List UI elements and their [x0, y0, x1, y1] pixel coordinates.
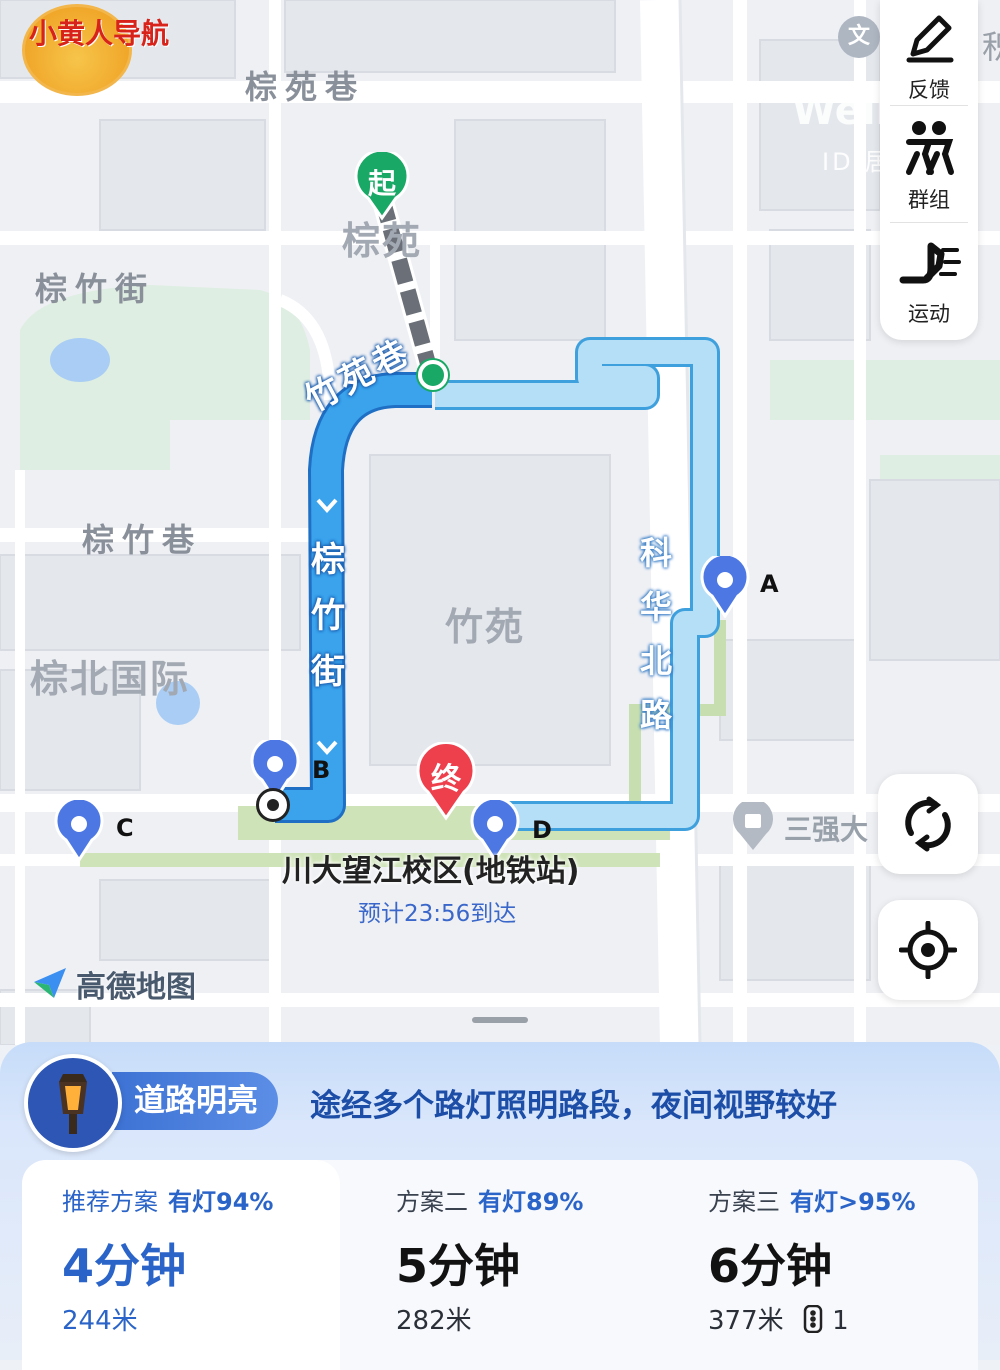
route-option-name: 推荐方案	[62, 1188, 158, 1216]
traffic-light-icon	[803, 1304, 823, 1334]
pencil-icon	[906, 15, 954, 63]
route-option-light: 有灯89%	[478, 1188, 584, 1216]
right-poi-label: 三强大	[784, 813, 869, 846]
route-option-3[interactable]: 方案三 有灯>95% 6分钟 377米 1	[668, 1160, 976, 1370]
waypoint-pin-a[interactable]	[700, 552, 750, 622]
right-poi-marker[interactable]	[730, 798, 776, 850]
route-option-distance-value: 377米	[708, 1306, 784, 1336]
poi-marker-label: 文	[847, 24, 870, 49]
app-logo: 小黄人导航	[22, 4, 170, 96]
group-label: 群组	[908, 188, 950, 212]
route-option-time: 4分钟	[62, 1239, 187, 1293]
waypoint-label-d: D	[532, 816, 552, 844]
route-option-time: 6分钟	[708, 1239, 833, 1293]
street-label-middle: 棕竹巷	[82, 521, 203, 559]
poi-marker[interactable]: 文	[838, 16, 880, 58]
locate-icon	[899, 921, 957, 979]
route-option-light: 有灯>95%	[790, 1188, 916, 1216]
route-option-distance: 377米 1	[708, 1300, 849, 1337]
route-option-2[interactable]: 方案二 有灯89% 5分钟 282米	[356, 1160, 656, 1370]
edge-label: 积	[982, 28, 1000, 66]
route-option-time: 5分钟	[396, 1239, 521, 1293]
route-option-distance: 244米	[62, 1306, 138, 1336]
route-options-panel: 道路明亮 途经多个路灯照明路段，夜间视野较好 推荐方案 有灯94% 4分钟 244…	[0, 1042, 1000, 1370]
side-divider	[890, 222, 968, 223]
destination-name: 川大望江校区(地铁站)	[282, 854, 580, 889]
panel-drag-handle[interactable]	[472, 1017, 528, 1023]
amap-logo-icon	[34, 968, 66, 998]
refresh-icon	[905, 796, 951, 852]
route-start-dot	[418, 360, 448, 390]
area-label-left: 棕北国际	[30, 657, 191, 701]
street-lamp-icon	[24, 1054, 122, 1152]
route-option-recommended[interactable]: 推荐方案 有灯94% 4分钟 244米	[22, 1160, 340, 1370]
route-option-name: 方案三	[708, 1188, 780, 1216]
route-description: 途经多个路灯照明路段，夜间视野较好	[310, 1088, 837, 1124]
road-label-right: 科华北路	[639, 534, 672, 734]
traffic-light-count: 1	[832, 1306, 849, 1336]
route-option-name: 方案二	[396, 1188, 468, 1216]
start-marker[interactable]: 起	[352, 148, 412, 222]
end-marker[interactable]: 终	[414, 741, 478, 822]
app-logo-text: 小黄人导航	[29, 17, 170, 50]
group-icon	[906, 121, 954, 175]
route-option-distance: 282米	[396, 1306, 472, 1336]
locate-button[interactable]	[878, 900, 978, 1000]
street-label-left: 棕竹街	[35, 270, 156, 308]
exercise-label: 运动	[908, 302, 950, 326]
waypoint-label-c: C	[116, 814, 134, 842]
route-option-list: 推荐方案 有灯94% 4分钟 244米 方案二 有灯89% 5分钟 282米 方案三…	[22, 1160, 978, 1370]
eta-text: 预计23:56到达	[358, 901, 517, 927]
map-brand-text: 高德地图	[76, 970, 196, 1005]
running-icon	[899, 242, 961, 284]
map-view[interactable]: 小黄人导航 棕苑巷 棕竹街 棕竹巷 棕苑 竹苑 棕北国际 Wellc ID:居 …	[0, 0, 1000, 1045]
waypoint-pin-c[interactable]	[54, 796, 104, 866]
area-label-center: 竹苑	[445, 605, 526, 649]
route-option-light: 有灯94%	[168, 1188, 274, 1216]
street-label-top: 棕苑巷	[245, 68, 366, 106]
feedback-button[interactable]: 反馈	[880, 10, 978, 104]
current-location-dot	[256, 788, 290, 822]
side-toolbar: 反馈 群组 运动	[880, 0, 978, 340]
side-divider	[890, 105, 968, 106]
waypoint-label-a: A	[760, 570, 779, 598]
refresh-button[interactable]	[878, 774, 978, 874]
end-marker-label: 终	[431, 762, 461, 797]
waypoint-label-b: B	[312, 756, 331, 784]
exercise-button[interactable]: 运动	[880, 236, 978, 328]
route-street-vertical: 棕竹街	[311, 540, 345, 692]
route-tag: 道路明亮	[112, 1072, 278, 1130]
start-marker-label: 起	[367, 167, 396, 200]
group-button[interactable]: 群组	[880, 118, 978, 214]
feedback-label: 反馈	[908, 78, 950, 102]
